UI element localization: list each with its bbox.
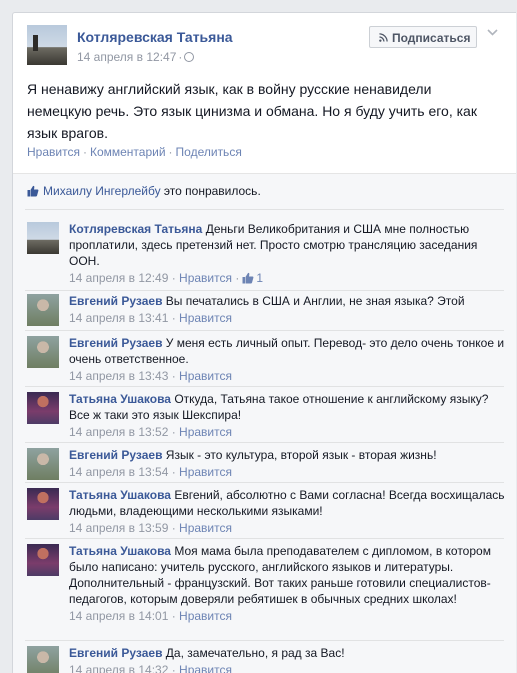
- comment-meta: 14 апреля в 13:52 · Нравится: [69, 425, 232, 439]
- rss-icon: [379, 33, 388, 42]
- post-date[interactable]: 14 апреля в 12:47: [77, 50, 176, 64]
- globe-icon[interactable]: [184, 52, 195, 62]
- liker-name[interactable]: Михаилу Ингерлейбу: [43, 184, 161, 198]
- subscribe-label: Подписаться: [392, 31, 471, 45]
- thumbs-up-icon: [27, 185, 39, 197]
- avatar[interactable]: [27, 448, 59, 480]
- comment-meta: 14 апреля в 13:54 · Нравится: [69, 465, 232, 479]
- post-meta: 14 апреля в 12:47 ·: [77, 50, 195, 64]
- divider: [25, 330, 504, 331]
- comment-author[interactable]: Татьяна Ушакова: [69, 544, 171, 558]
- comment-meta: 14 апреля в 12:49 · Нравится · 1: [69, 271, 264, 285]
- divider: [25, 290, 504, 291]
- comment-meta: 14 апреля в 13:41 · Нравится: [69, 311, 232, 325]
- comment-time[interactable]: 14 апреля в 13:41: [69, 311, 168, 325]
- like-link[interactable]: Нравится: [27, 145, 80, 159]
- divider: [25, 482, 504, 483]
- comment-like-link[interactable]: Нравится: [179, 465, 232, 479]
- likes-summary: Михаилу Ингерлейбу это понравилось.: [27, 184, 261, 198]
- likes-suffix: это понравилось.: [163, 184, 261, 198]
- avatar[interactable]: [27, 294, 59, 326]
- comment-meta: 14 апреля в 13:59 · Нравится: [69, 521, 232, 535]
- comment-like-count[interactable]: 1: [256, 271, 263, 285]
- thumbs-up-icon: [242, 272, 254, 284]
- comment-author[interactable]: Евгений Рузаев: [69, 336, 162, 350]
- comment-time[interactable]: 14 апреля в 13:54: [69, 465, 168, 479]
- comment-author[interactable]: Евгений Рузаев: [69, 448, 162, 462]
- comment-text: Да, замечательно, я рад за Вас!: [165, 646, 345, 660]
- avatar[interactable]: [27, 488, 59, 520]
- avatar[interactable]: [27, 544, 59, 576]
- comment-author[interactable]: Евгений Рузаев: [69, 646, 162, 660]
- chevron-down-icon[interactable]: [487, 27, 498, 39]
- avatar[interactable]: [27, 336, 59, 368]
- comment-like-link[interactable]: Нравится: [179, 521, 232, 535]
- subscribe-button[interactable]: Подписаться: [369, 26, 477, 48]
- comment-like-link[interactable]: Нравится: [179, 369, 232, 383]
- comment-like-link[interactable]: Нравится: [179, 425, 232, 439]
- comment-time[interactable]: 14 апреля в 13:52: [69, 425, 168, 439]
- comment-like-link[interactable]: Нравится: [179, 271, 232, 285]
- comment-meta: 14 апреля в 14:32 · Нравится: [69, 662, 505, 673]
- comment-meta: 14 апреля в 13:43 · Нравится: [69, 369, 232, 383]
- feedback-panel: Михаилу Ингерлейбу это понравилось. Котл…: [13, 173, 516, 673]
- comment-time[interactable]: 14 апреля в 13:43: [69, 369, 168, 383]
- comment-time[interactable]: 14 апреля в 14:01: [69, 609, 168, 623]
- comment-like-link[interactable]: Нравится: [179, 609, 232, 623]
- comment-text: Вы печатались в США и Англии, не зная яз…: [165, 294, 465, 308]
- divider: [25, 538, 504, 539]
- divider: [25, 640, 504, 641]
- post-card: Котляревская Татьяна 14 апреля в 12:47 · …: [12, 12, 516, 673]
- divider: [25, 442, 504, 443]
- post-header: Котляревская Татьяна 14 апреля в 12:47 · …: [13, 13, 516, 67]
- avatar[interactable]: [27, 222, 59, 254]
- author-avatar[interactable]: [27, 25, 67, 65]
- comment-time[interactable]: 14 апреля в 14:32: [69, 663, 168, 673]
- comment-link[interactable]: Комментарий: [90, 145, 166, 159]
- comment-like-link[interactable]: Нравится: [179, 663, 232, 673]
- comment-author[interactable]: Евгений Рузаев: [69, 294, 162, 308]
- comment-like-link[interactable]: Нравится: [179, 311, 232, 325]
- comment-author[interactable]: Татьяна Ушакова: [69, 392, 171, 406]
- comment-time[interactable]: 14 апреля в 13:59: [69, 521, 168, 535]
- divider: [25, 209, 504, 210]
- comment-author[interactable]: Татьяна Ушакова: [69, 488, 171, 502]
- divider: [25, 386, 504, 387]
- avatar[interactable]: [27, 392, 59, 424]
- post-actions: Нравится · Комментарий · Поделиться: [27, 145, 242, 159]
- comment-time[interactable]: 14 апреля в 12:49: [69, 271, 168, 285]
- share-link[interactable]: Поделиться: [176, 145, 242, 159]
- post-author[interactable]: Котляревская Татьяна: [77, 29, 233, 45]
- post-text: Я ненавижу английский язык, как в войну …: [27, 81, 477, 141]
- comment-author[interactable]: Котляревская Татьяна: [69, 222, 202, 236]
- comment-text: Язык - это культура, второй язык - втора…: [165, 448, 437, 462]
- comment-meta: 14 апреля в 14:01 · Нравится: [69, 609, 232, 623]
